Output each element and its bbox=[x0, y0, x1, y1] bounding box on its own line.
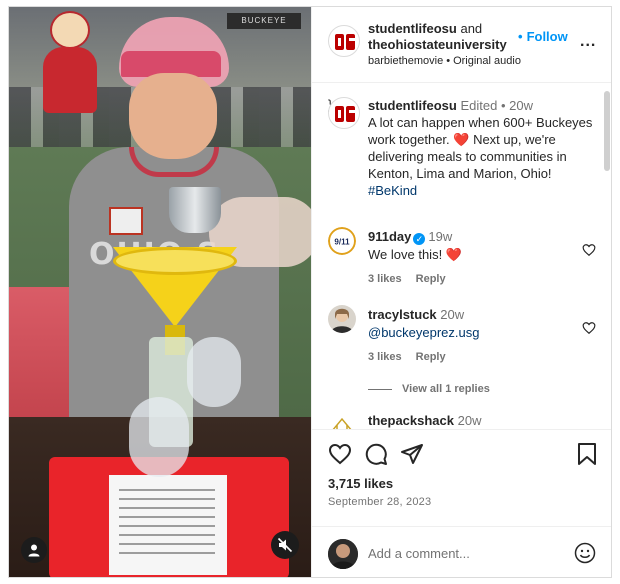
verified-icon: ✓ bbox=[413, 233, 426, 245]
account-link-2[interactable]: theohiostateuniversity bbox=[368, 37, 507, 52]
audio-info: barbiethemovie • Original audio bbox=[368, 55, 521, 67]
caption-username[interactable]: studentlifeosu bbox=[368, 98, 457, 113]
current-user-avatar bbox=[328, 539, 358, 569]
view-replies-button[interactable]: View all 1 replies bbox=[368, 383, 490, 395]
audio-source-link[interactable]: barbiethemovie bbox=[368, 55, 443, 67]
emoji-icon[interactable] bbox=[574, 542, 596, 564]
more-options-button[interactable]: ... bbox=[580, 33, 596, 51]
comment-actions: 3 likes Reply bbox=[368, 273, 460, 285]
mute-button[interactable] bbox=[271, 531, 299, 559]
name-badge bbox=[109, 207, 143, 235]
share-icon[interactable] bbox=[400, 442, 424, 466]
replies-dash bbox=[368, 388, 392, 390]
caption-body: A lot can happen when 600+ Buckeyes work… bbox=[368, 115, 593, 181]
comment-avatar-thepackshack[interactable] bbox=[328, 411, 356, 429]
view-replies-label: View all 1 replies bbox=[402, 383, 490, 395]
osu-logo-icon bbox=[335, 34, 355, 50]
comment-like-icon[interactable] bbox=[582, 243, 596, 257]
user-tag-icon bbox=[28, 544, 40, 557]
follow-button[interactable]: • Follow bbox=[518, 29, 568, 44]
audio-separator: • bbox=[446, 55, 451, 67]
metal-scoop bbox=[169, 187, 221, 233]
account-avatar[interactable] bbox=[328, 25, 360, 57]
comment-header: 911day ✓ 19w bbox=[368, 229, 452, 245]
comment-username[interactable]: 911day bbox=[368, 229, 411, 244]
comment-likes[interactable]: 3 likes bbox=[368, 351, 402, 363]
comment-header: thepackshack 20w bbox=[368, 413, 481, 429]
comment-like-icon[interactable] bbox=[582, 321, 596, 335]
mute-icon bbox=[277, 537, 293, 553]
instagram-post-dialog: BUCKEYE OHIO S bbox=[8, 6, 612, 578]
comment-avatar-tracylstuck[interactable] bbox=[328, 305, 356, 333]
add-comment-input[interactable]: Add a comment... bbox=[368, 546, 470, 561]
tagged-users-button[interactable] bbox=[21, 537, 47, 563]
heart-icon[interactable] bbox=[328, 442, 352, 466]
account-names: studentlifeosu and theohiostateuniversit… bbox=[368, 21, 507, 53]
comment-text: We love this! ❤️ bbox=[368, 247, 462, 262]
hashtag-link[interactable]: #BeKind bbox=[368, 183, 417, 198]
gloved-hand-left bbox=[129, 397, 189, 477]
comment-likes[interactable]: 3 likes bbox=[368, 273, 402, 285]
svg-text:9/11: 9/11 bbox=[334, 238, 350, 247]
comment-text: @buckeyeprez.usg bbox=[368, 325, 479, 341]
avatar-photo bbox=[328, 305, 356, 333]
user-photo bbox=[328, 539, 358, 569]
reply-button[interactable]: Reply bbox=[416, 273, 446, 285]
avatar-911-icon: 9/11 bbox=[328, 227, 356, 255]
original-audio-link[interactable]: Original audio bbox=[453, 55, 521, 67]
account-link-1[interactable]: studentlifeosu bbox=[368, 21, 457, 36]
comment-time: 20w bbox=[440, 307, 465, 322]
post-header: studentlifeosu and theohiostateuniversit… bbox=[312, 7, 611, 83]
caption-dot: • bbox=[497, 98, 510, 113]
comment-actions: 3 likes Reply bbox=[368, 351, 460, 363]
caption-time: 20w bbox=[509, 98, 533, 113]
comment-time: 19w bbox=[428, 229, 453, 244]
bookmark-icon[interactable] bbox=[576, 442, 598, 466]
post-date: September 28, 2023 bbox=[328, 496, 432, 508]
instruction-card bbox=[109, 475, 227, 575]
comments-list[interactable]: studentlifeosu Edited • 20w A lot can ha… bbox=[312, 83, 611, 429]
action-bar bbox=[328, 442, 598, 468]
avatar-logo bbox=[328, 411, 356, 429]
caption-text: studentlifeosu Edited • 20w A lot can ha… bbox=[368, 97, 598, 199]
osu-logo-icon bbox=[335, 106, 355, 122]
caption-avatar[interactable] bbox=[328, 97, 360, 129]
post-video[interactable]: BUCKEYE OHIO S bbox=[9, 7, 311, 577]
and-label: and bbox=[460, 21, 483, 36]
comment-avatar-911day[interactable]: 9/11 bbox=[328, 227, 356, 255]
follow-dot: • bbox=[518, 29, 523, 44]
post-footer: 3,715 likes September 28, 2023 Add a com… bbox=[312, 429, 611, 577]
follow-label: Follow bbox=[526, 29, 568, 44]
more-icon: ... bbox=[580, 33, 597, 50]
mention-link[interactable]: @buckeyeprez.usg bbox=[368, 325, 479, 340]
comment-username[interactable]: thepackshack bbox=[368, 413, 454, 428]
reply-button[interactable]: Reply bbox=[416, 351, 446, 363]
add-comment-bar: Add a comment... bbox=[312, 526, 611, 577]
post-details-panel: studentlifeosu and theohiostateuniversit… bbox=[311, 7, 611, 577]
comment-username[interactable]: tracylstuck bbox=[368, 307, 437, 322]
post-caption: studentlifeosu Edited • 20w A lot can ha… bbox=[328, 97, 598, 198]
comment-icon[interactable] bbox=[364, 442, 388, 466]
likes-count[interactable]: 3,715 likes bbox=[328, 476, 393, 491]
comment-header: tracylstuck 20w bbox=[368, 307, 464, 323]
caption-edited: Edited bbox=[460, 98, 498, 113]
gloved-hand-right bbox=[187, 337, 241, 407]
comments-scrollbar[interactable] bbox=[604, 91, 610, 171]
comment-time: 20w bbox=[457, 413, 482, 428]
